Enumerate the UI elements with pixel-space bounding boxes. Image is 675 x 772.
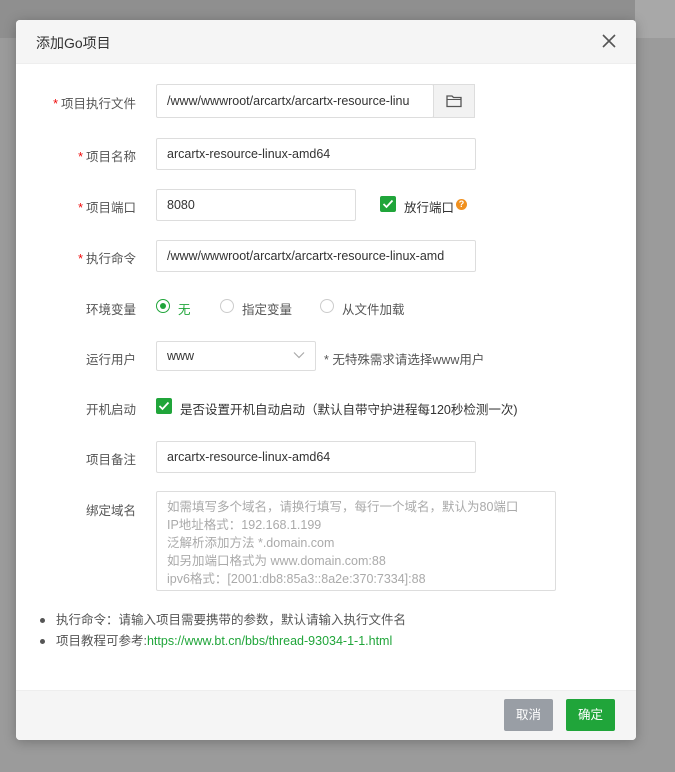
check-icon [382,199,394,209]
background-header-right [635,0,675,38]
domains-placeholder-line: IP地址格式：192.168.1.199 [167,518,322,532]
open-port-checkbox[interactable] [380,196,396,212]
confirm-button[interactable]: 确定 [566,699,616,731]
project-port-label-text: 项目端口 [85,201,136,215]
required-mark: * [78,201,83,215]
open-port-label: 放行端口 [404,201,455,215]
env-radio-none[interactable] [156,299,170,313]
tip-tutorial: 项目教程可参考:https://www.bt.cn/bbs/thread-930… [38,631,406,652]
tutorial-link[interactable]: https://www.bt.cn/bbs/thread-93034-1-1.h… [147,634,392,648]
domains-label: 绑定域名 [85,504,136,518]
dialog-footer: 取消 确定 [16,690,636,740]
dialog-header: 添加Go项目 [16,20,636,64]
chevron-down-icon [293,352,305,359]
project-port-input[interactable]: 8080 [156,189,356,221]
exec-file-label: * 项目执行文件 [53,93,136,112]
remark-input[interactable]: arcartx-resource-linux-amd64 [156,441,476,473]
project-name-input[interactable]: arcartx-resource-linux-amd64 [156,138,476,170]
run-user-hint: * 无特殊需求请选择www用户 [324,353,485,367]
tip-tutorial-prefix: 项目教程可参考: [56,634,147,648]
run-user-value: www [167,349,195,363]
exec-command-label-text: 执行命令 [85,252,136,266]
remark-label: 项目备注 [85,453,136,467]
tip-exec-command: 执行命令：请输入项目需要携带的参数，默认请输入执行文件名 [38,610,406,631]
required-mark: * [53,97,58,111]
exec-file-input[interactable]: /www/wwwroot/arcartx/arcartx-resource-li… [156,84,434,118]
cancel-button[interactable]: 取消 [504,699,554,731]
check-icon [158,401,170,411]
exec-command-input[interactable]: /www/wwwroot/arcartx/arcartx-resource-li… [156,240,476,272]
domains-placeholder-line: 泛解析添加方法 *.domain.com [167,536,335,550]
env-radio-file[interactable] [320,299,334,313]
required-mark: * [78,150,83,164]
required-mark: * [78,252,83,266]
domains-placeholder-line: ipv6格式：[2001:db8:85a3::8a2e:370:7334]:88 [167,572,426,586]
project-name-label-text: 项目名称 [85,150,136,164]
env-radio-file-label: 从文件加载 [342,303,405,317]
project-port-label: * 项目端口 [78,197,136,216]
folder-icon [446,95,462,108]
project-name-label: * 项目名称 [78,146,136,165]
env-radio-specify[interactable] [220,299,234,313]
folder-picker-button[interactable] [433,84,475,118]
run-user-select[interactable]: www [156,341,316,371]
autostart-label: 开机启动 [85,403,136,417]
exec-command-label: * 执行命令 [78,248,136,267]
env-radio-specify-label: 指定变量 [242,303,293,317]
env-vars-label: 环境变量 [85,303,136,317]
env-radio-none-label: 无 [178,303,191,317]
domains-textarea[interactable]: 如需填写多个域名，请换行填写，每行一个域名，默认为80端口 IP地址格式：192… [156,491,556,591]
exec-file-label-text: 项目执行文件 [60,97,136,111]
help-icon[interactable]: ? [456,199,467,210]
add-go-project-dialog: 添加Go项目 * 项目执行文件 /www/wwwroot/arcartx/arca… [16,20,636,740]
autostart-checkbox[interactable] [156,398,172,414]
domains-placeholder-line: 如另加端口格式为 www.domain.com:88 [167,554,386,568]
run-user-label: 运行用户 [85,353,136,367]
autostart-text: 是否设置开机自动启动（默认自带守护进程每120秒检测一次) [180,403,518,417]
dialog-title: 添加Go项目 [36,35,111,51]
domains-placeholder-line: 如需填写多个域名，请换行填写，每行一个域名，默认为80端口 [167,500,519,514]
tips-list: 执行命令：请输入项目需要携带的参数，默认请输入执行文件名 项目教程可参考:htt… [38,610,406,652]
close-icon[interactable] [600,32,618,50]
